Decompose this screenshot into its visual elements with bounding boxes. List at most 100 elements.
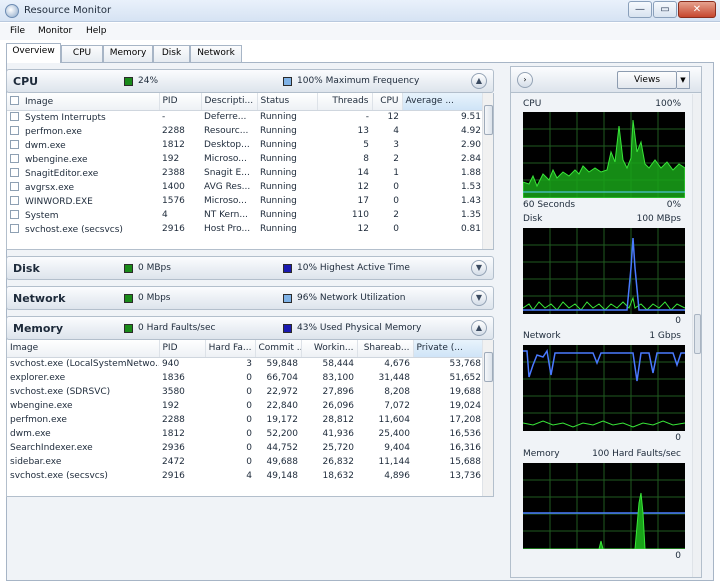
menu-help[interactable]: Help (86, 26, 107, 36)
memory-section-header[interactable]: Memory 0 Hard Faults/sec 43% Used Physic… (6, 316, 494, 340)
tab-disk[interactable]: Disk (153, 45, 190, 62)
views-dropdown-icon[interactable]: ▼ (677, 71, 690, 89)
cpu-cell-text: - (365, 112, 369, 123)
cpu-usage-text: 24% (138, 76, 159, 86)
row-checkbox[interactable] (10, 139, 19, 149)
row-checkbox[interactable] (10, 195, 19, 205)
disk-graph-plot (523, 228, 685, 314)
mem-cell: 2472 (159, 455, 205, 469)
row-checkbox[interactable] (10, 167, 19, 177)
mem-cell: 19,688 (413, 385, 484, 399)
mem-cell: 25,400 (357, 427, 413, 441)
table-row[interactable]: svchost.exe (secsvcs) 2916 Host Pro... Runn… (7, 222, 484, 236)
row-checkbox[interactable] (10, 181, 19, 191)
mem-cell-text: 26,096 (322, 401, 355, 411)
tab-overview[interactable]: Overview (6, 43, 61, 63)
mem-cell: 19,024 (413, 399, 484, 413)
cpu-cell: 9.51 (402, 110, 484, 124)
row-checkbox[interactable] (10, 209, 19, 219)
cpu-col-pid[interactable]: PID (159, 93, 202, 111)
chevron-up-icon[interactable]: ▲ (471, 320, 487, 336)
cpu-cell: 2.90 (402, 138, 484, 152)
mem-cell: 51,652 (413, 371, 484, 385)
cpu-cell-text: 5 (363, 140, 369, 150)
tab-memory[interactable]: Memory (103, 45, 153, 62)
cpu-col-average[interactable]: Average ... (402, 93, 485, 111)
table-row[interactable]: WINWORD.EXE 1576 Microso... Running 17 0 1.43 (7, 194, 484, 208)
row-checkbox[interactable] (10, 111, 19, 121)
table-row[interactable]: System Interrupts - Deferre... Running - 12 9.… (7, 110, 484, 124)
table-row[interactable]: svchost.exe (LocalSystemNetwo... 940 3 59,8… (7, 357, 484, 371)
tab-cpu[interactable]: CPU (61, 45, 103, 62)
cpu-table-scrollbar[interactable] (482, 93, 493, 249)
mem-col-pid[interactable]: PID (159, 340, 206, 358)
scroll-thumb[interactable] (694, 314, 701, 354)
cpu-cell-text: 0 (393, 182, 399, 192)
mem-col-hard-faults[interactable]: Hard Fa... (205, 340, 256, 358)
network-section-header[interactable]: Network 0 Mbps 96% Network Utilization ▼ (6, 286, 494, 310)
mem-cell: 0 (205, 441, 255, 455)
cpu-cell-text: WINWORD.EXE (25, 196, 93, 207)
table-row[interactable]: explorer.exe 1836 0 66,704 83,100 31,448 51,65… (7, 371, 484, 385)
memory-graph-max: 100 Hard Faults/sec (592, 449, 681, 459)
scroll-thumb[interactable] (484, 352, 493, 382)
cpu-section-header[interactable]: CPU 24% 100% Maximum Frequency ▲ (6, 69, 494, 93)
cpu-cell: dwm.exe (7, 138, 159, 152)
mem-col-working[interactable]: Workin... (301, 340, 358, 358)
mem-cell: dwm.exe (7, 427, 159, 441)
mem-col-private[interactable]: Private (... (413, 340, 485, 358)
table-row[interactable]: sidebar.exe 2472 0 49,688 26,832 11,144 15,688 (7, 455, 484, 469)
mem-cell: 11,604 (357, 413, 413, 427)
views-button[interactable]: Views (617, 71, 677, 89)
row-checkbox[interactable] (10, 223, 19, 233)
table-row[interactable]: wbengine.exe 192 Microso... Running 8 2 2.84 (7, 152, 484, 166)
cpu-cell: 1812 (159, 138, 201, 152)
cpu-cell: 1 (372, 166, 402, 180)
close-button[interactable]: ✕ (678, 1, 716, 18)
table-row[interactable]: dwm.exe 1812 0 52,200 41,936 25,400 16,536 (7, 427, 484, 441)
table-row[interactable]: dwm.exe 1812 Desktop... Running 5 3 2.90 (7, 138, 484, 152)
mem-col-image[interactable]: Image (7, 340, 160, 358)
cpu-cell: Running (257, 152, 317, 166)
tab-network[interactable]: Network (190, 45, 242, 62)
disk-section-title: Disk (13, 262, 40, 275)
cpu-cell-text: Running (260, 210, 297, 220)
table-row[interactable]: perfmon.exe 2288 0 19,172 28,812 11,604 17,208 (7, 413, 484, 427)
cpu-col-cpu[interactable]: CPU (372, 93, 403, 111)
cpu-col-image[interactable]: Image (7, 93, 160, 111)
cpu-cell: avgrsx.exe (7, 180, 159, 194)
table-row[interactable]: SearchIndexer.exe 2936 0 44,752 25,720 9,404 1… (7, 441, 484, 455)
mem-cell-text: SearchIndexer.exe (10, 443, 93, 453)
cpu-col-description[interactable]: Descripti... (201, 93, 258, 111)
table-row[interactable]: perfmon.exe 2288 Resourc... Running 13 4 4.92 (7, 124, 484, 138)
chevron-down-icon[interactable]: ▼ (471, 290, 487, 306)
mem-col-commit[interactable]: Commit ... (255, 340, 302, 358)
table-row[interactable]: avgrsx.exe 1400 AVG Res... Running 12 0 1.53 (7, 180, 484, 194)
select-all-checkbox[interactable] (10, 95, 19, 105)
row-checkbox[interactable] (10, 125, 19, 135)
graph-panel-scrollbar[interactable] (692, 94, 701, 577)
disk-section-header[interactable]: Disk 0 MBps 10% Highest Active Time ▼ (6, 256, 494, 280)
minimize-button[interactable]: — (628, 1, 652, 18)
chevron-down-icon[interactable]: ▼ (471, 260, 487, 276)
menu-file[interactable]: File (10, 26, 25, 36)
scroll-thumb[interactable] (484, 105, 493, 135)
mem-col-shareable[interactable]: Shareab... (357, 340, 414, 358)
table-row[interactable]: wbengine.exe 192 0 22,840 26,096 7,072 19,024 (7, 399, 484, 413)
mem-cell: explorer.exe (7, 371, 159, 385)
cpu-col-status[interactable]: Status (257, 93, 318, 111)
table-row[interactable]: svchost.exe (SDRSVC) 3580 0 22,972 27,896 8,2… (7, 385, 484, 399)
row-checkbox[interactable] (10, 153, 19, 163)
table-row[interactable]: System 4 NT Kern... Running 110 2 1.35 (7, 208, 484, 222)
cpu-cell-text: Running (260, 126, 297, 136)
table-row[interactable]: SnagitEditor.exe 2388 Snagit E... Running 14… (7, 166, 484, 180)
chevron-right-icon[interactable]: › (517, 72, 533, 88)
table-row[interactable]: svchost.exe (secsvcs) 2916 4 49,148 18,632 4,… (7, 469, 484, 483)
memory-table-scrollbar[interactable] (482, 340, 493, 496)
menu-monitor[interactable]: Monitor (38, 26, 72, 36)
cpu-cell-text: Running (260, 112, 297, 123)
cpu-col-threads[interactable]: Threads (317, 93, 373, 111)
memory-graph-min: 0 (675, 551, 681, 561)
maximize-button[interactable]: ▭ (653, 1, 677, 18)
chevron-up-icon[interactable]: ▲ (471, 73, 487, 89)
